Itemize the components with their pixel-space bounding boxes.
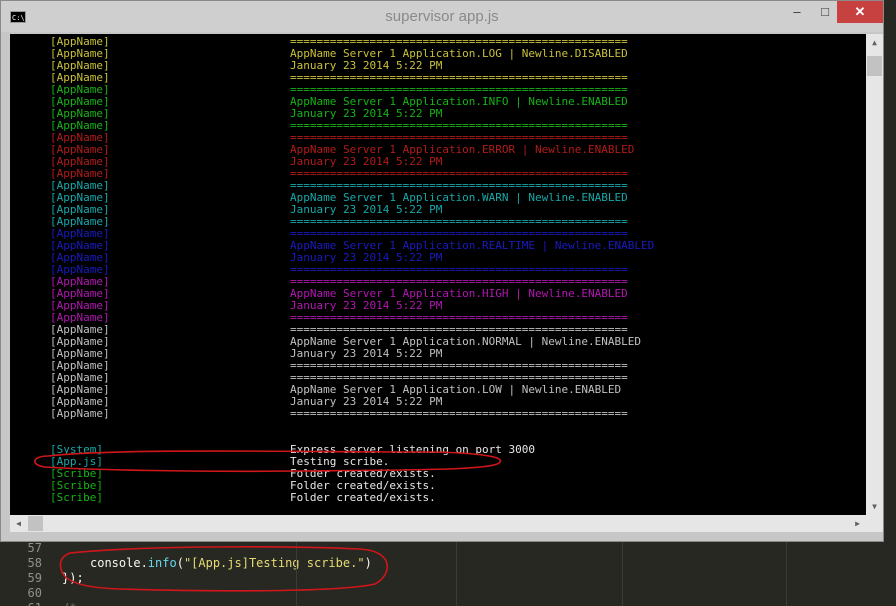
vertical-scrollbar[interactable]: ▲ ▼ [866, 34, 883, 515]
scroll-right-arrow-icon[interactable]: ▶ [849, 515, 866, 532]
scroll-thumb[interactable] [28, 516, 43, 531]
code-string: "[App.js]Testing scribe." [183, 556, 365, 570]
log-tag: [AppName] [50, 407, 110, 420]
title-bar[interactable]: C:\ supervisor app.js – □ ✕ [1, 1, 883, 32]
log-tag: [Scribe] [50, 491, 103, 504]
log-message: ========================================… [290, 407, 628, 420]
line-number: 60 [27, 586, 42, 600]
code-line-58[interactable]: console.info("[App.js]Testing scribe.") [90, 556, 372, 571]
scroll-down-arrow-icon[interactable]: ▼ [866, 498, 883, 515]
scroll-thumb[interactable] [867, 56, 882, 76]
code-line-61[interactable]: /* [62, 601, 76, 606]
horizontal-scrollbar[interactable]: ◀ ▶ [10, 515, 866, 532]
minimize-button[interactable]: – [783, 1, 811, 23]
line-number: 58 [27, 556, 42, 570]
window-title: supervisor app.js [385, 8, 499, 25]
close-button[interactable]: ✕ [837, 1, 883, 23]
code-text: console. [90, 556, 148, 570]
scrollbar-corner [866, 515, 883, 532]
line-number: 57 [27, 541, 42, 555]
console-window[interactable]: C:\ supervisor app.js – □ ✕ [AppName] ===… [0, 0, 884, 542]
line-number: 61 [0, 601, 42, 606]
console-output[interactable]: [AppName] ===============================… [10, 34, 866, 515]
maximize-button[interactable]: □ [811, 1, 839, 23]
code-text: ( [176, 556, 184, 570]
code-text: ) [364, 556, 372, 570]
code-function: info [147, 556, 177, 570]
line-number: 59 [27, 571, 42, 585]
log-message: Folder created/exists. [290, 491, 436, 504]
scroll-up-arrow-icon[interactable]: ▲ [866, 34, 883, 51]
code-line-59[interactable]: }); [62, 571, 84, 586]
scroll-left-arrow-icon[interactable]: ◀ [10, 515, 27, 532]
